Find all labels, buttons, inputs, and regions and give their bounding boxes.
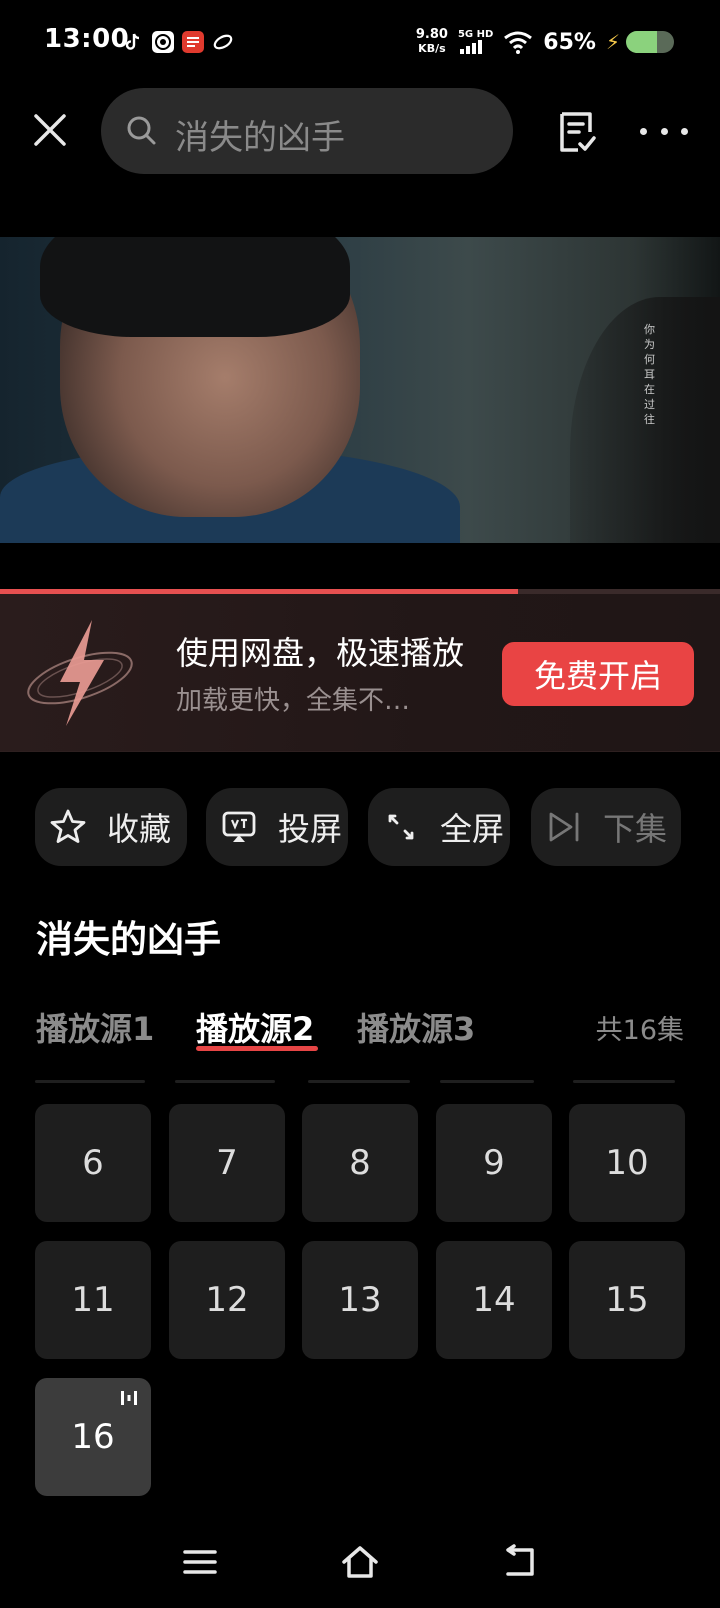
wifi-icon (504, 31, 533, 54)
favorite-button[interactable]: 收藏 (35, 788, 187, 866)
cloud-drive-promo[interactable]: 使用网盘，极速播放 加载更快，全集不… 免费开启 (0, 594, 720, 752)
status-bar: 13:00 9.80 KB/s 5G HD 65% ⚡ (0, 0, 720, 88)
close-icon (34, 114, 66, 146)
lightning-icon (27, 620, 133, 726)
link-app-icon (212, 31, 234, 53)
battery-icon (626, 31, 674, 53)
video-frame-hair (40, 237, 350, 337)
cast-button[interactable]: 投屏 (206, 788, 348, 866)
system-nav-bar (0, 1530, 720, 1608)
episode-7[interactable]: 7 (169, 1104, 285, 1222)
menu-button[interactable] (180, 1542, 220, 1582)
video-player[interactable]: 你为何耳在过往 (0, 237, 720, 543)
episode-14[interactable]: 14 (436, 1241, 552, 1359)
tab-source-2[interactable]: 播放源2 (196, 1004, 314, 1050)
episode-13[interactable]: 13 (302, 1241, 418, 1359)
episode-16[interactable]: 16 (35, 1378, 151, 1496)
net-speed-unit: KB/s (418, 42, 446, 55)
favorite-label: 收藏 (107, 810, 172, 848)
cast-icon (222, 811, 256, 842)
battery-percent: 65% (543, 29, 596, 55)
close-button[interactable] (30, 110, 70, 150)
net-speed-value: 9.80 (415, 27, 448, 42)
star-icon (50, 809, 86, 843)
playing-bars-icon (121, 1391, 137, 1405)
scrolled-row-edge (308, 1080, 410, 1083)
checklist-icon (560, 112, 596, 152)
back-button[interactable] (500, 1542, 540, 1582)
signal-label: 5G HD (457, 29, 494, 40)
news-app-icon (182, 31, 204, 53)
episode-15[interactable]: 15 (569, 1241, 685, 1359)
video-overlay-text: 你为何耳在过往 (644, 323, 655, 426)
signal-bars-icon (459, 40, 482, 54)
search-input[interactable]: 消失的凶手 (101, 88, 513, 174)
promo-title: 使用网盘，极速播放 (176, 634, 465, 672)
episode-16-label: 16 (71, 1417, 115, 1457)
scrolled-row-edge (35, 1080, 145, 1083)
fullscreen-label: 全屏 (440, 810, 505, 848)
more-icon (640, 127, 647, 135)
next-episode-icon (549, 812, 579, 842)
action-bar: 收藏 投屏 全屏 下集 (35, 788, 685, 866)
active-tab-indicator (196, 1046, 318, 1051)
tiktok-icon (122, 31, 144, 53)
more-button[interactable] (640, 116, 688, 146)
home-button[interactable] (340, 1542, 380, 1582)
show-title: 消失的凶手 (36, 918, 221, 961)
menu-icon (183, 1550, 217, 1574)
promo-subtitle: 加载更快，全集不… (176, 686, 411, 716)
scrolled-row-edge (440, 1080, 534, 1083)
cast-label: 投屏 (278, 810, 343, 848)
next-episode-label: 下集 (603, 810, 668, 848)
net-speed: 9.80 KB/s (416, 28, 448, 56)
status-indicators: 9.80 KB/s 5G HD 65% ⚡ (416, 28, 674, 56)
scrolled-row-edge (573, 1080, 675, 1083)
episode-list-button[interactable] (556, 110, 598, 154)
episode-count: 共16集 (595, 1015, 684, 1046)
status-app-icons (122, 31, 234, 53)
episode-6[interactable]: 6 (35, 1104, 151, 1222)
fullscreen-icon (388, 814, 414, 840)
enable-free-button[interactable]: 免费开启 (502, 642, 694, 706)
signal-indicator: 5G HD (458, 30, 493, 54)
status-time: 13:00 (44, 24, 130, 54)
home-icon (342, 1546, 378, 1578)
scrolled-row-edge (175, 1080, 275, 1083)
back-icon (506, 1544, 534, 1576)
episode-12[interactable]: 12 (169, 1241, 285, 1359)
charging-icon: ⚡ (605, 30, 620, 54)
search-placeholder: 消失的凶手 (175, 118, 345, 158)
fullscreen-button[interactable]: 全屏 (368, 788, 510, 866)
app-icon (152, 31, 174, 53)
episode-9[interactable]: 9 (436, 1104, 552, 1222)
episode-11[interactable]: 11 (35, 1241, 151, 1359)
next-episode-button[interactable]: 下集 (531, 788, 681, 866)
tab-source-1[interactable]: 播放源1 (36, 1004, 154, 1050)
tab-source-3[interactable]: 播放源3 (357, 1004, 475, 1050)
episode-10[interactable]: 10 (569, 1104, 685, 1222)
search-header: 消失的凶手 (0, 86, 720, 176)
episode-8[interactable]: 8 (302, 1104, 418, 1222)
search-icon (127, 116, 156, 145)
